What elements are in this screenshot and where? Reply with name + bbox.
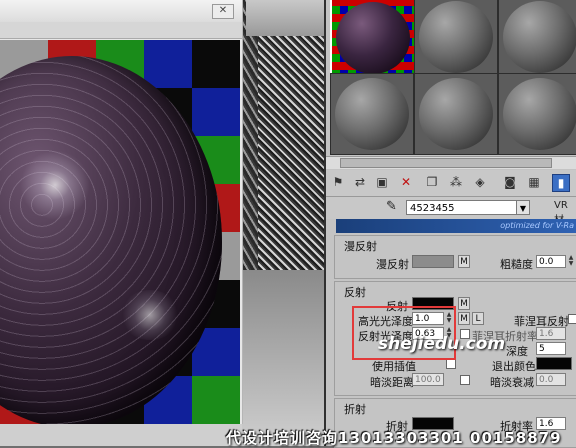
- show-map-icon[interactable]: ▦: [526, 174, 542, 190]
- material-slot[interactable]: [414, 73, 498, 155]
- material-slot[interactable]: [498, 0, 576, 78]
- make-unique-icon[interactable]: ⁂: [448, 174, 464, 190]
- slot-ball: [335, 78, 409, 150]
- material-effects-icon[interactable]: ◙: [502, 174, 518, 190]
- roughness-label: 粗糙度: [500, 258, 533, 271]
- subdivs-input[interactable]: 5: [536, 342, 566, 355]
- watermark-url: shejiedu.com: [378, 334, 506, 354]
- scene-box-top: [246, 0, 326, 36]
- use-interpolation-label: 使用插值: [372, 360, 416, 373]
- reflection-group-title: 反射: [344, 286, 366, 299]
- dim-distance-label: 暗淡距离: [370, 376, 414, 389]
- scene-floor: [240, 270, 324, 446]
- viewport-bottom: [0, 424, 242, 446]
- render-window-titlebar[interactable]: [0, 0, 242, 23]
- subdivs-label: 深度: [506, 345, 528, 358]
- diffuse-label: 漫反射: [376, 258, 409, 271]
- diffuse-color-swatch[interactable]: [412, 255, 454, 268]
- render-preview-window[interactable]: ✕: [0, 0, 243, 424]
- exit-color-swatch[interactable]: [536, 357, 572, 370]
- assign-material-icon[interactable]: ▣: [374, 174, 390, 190]
- slot-ball: [419, 78, 493, 150]
- dim-distance-checkbox[interactable]: [460, 375, 470, 385]
- render-window-toolbar: [0, 22, 242, 39]
- slot-ball: [503, 1, 576, 73]
- refraction-group-title: 折射: [344, 403, 366, 416]
- roughness-spinner[interactable]: ▲ ▼: [567, 255, 575, 268]
- sphere-highlight: [20, 150, 90, 220]
- get-material-icon[interactable]: ⚑: [330, 174, 346, 190]
- material-slot-active[interactable]: [330, 0, 416, 80]
- material-slot[interactable]: [498, 73, 576, 155]
- watermark-contact: 代设计培训咨询13013303301 00158879: [226, 429, 562, 447]
- hilight-lock-button[interactable]: L: [472, 312, 484, 325]
- slot-ball: [503, 78, 576, 150]
- eyedropper-icon[interactable]: ✎: [386, 199, 397, 214]
- fresnel-checkbox[interactable]: [568, 314, 576, 324]
- dim-distance-input[interactable]: 100.0: [412, 373, 444, 386]
- slot-ball: [419, 1, 493, 73]
- material-slot[interactable]: [414, 0, 498, 78]
- material-name-field[interactable]: 4523455: [406, 200, 522, 215]
- fresnel-ior-input[interactable]: 1.6: [536, 327, 566, 340]
- diffuse-map-button[interactable]: M: [458, 255, 470, 268]
- exit-color-label: 退出颜色: [492, 360, 536, 373]
- checker-cell: [192, 40, 240, 88]
- dim-falloff-label: 暗淡衰减: [490, 376, 534, 389]
- put-to-scene-icon[interactable]: ⇄: [352, 174, 368, 190]
- reflect-map-button[interactable]: M: [458, 297, 470, 310]
- close-button[interactable]: ✕: [212, 4, 234, 19]
- checker-cell: [192, 88, 240, 136]
- vray-banner: optimized for V-Ra: [336, 219, 576, 233]
- roughness-input[interactable]: 0.0: [536, 255, 566, 268]
- slot-ball: [336, 2, 410, 74]
- copy-material-icon[interactable]: ❐: [424, 174, 440, 190]
- put-to-library-icon[interactable]: ◈: [472, 174, 488, 190]
- scene-box-texture: [258, 36, 328, 276]
- hilight-map-button[interactable]: M: [458, 312, 470, 325]
- chevron-down-icon[interactable]: ▼: [516, 200, 530, 215]
- use-interpolation-checkbox[interactable]: [446, 359, 456, 369]
- checker-cell: [144, 40, 192, 88]
- dim-falloff-input[interactable]: 0.0: [536, 373, 566, 386]
- slots-scrollbar-thumb[interactable]: [340, 158, 552, 168]
- sphere-highlight-lower: [120, 290, 180, 340]
- show-end-result-icon[interactable]: ▮: [552, 174, 570, 192]
- material-slot[interactable]: [330, 73, 414, 155]
- reset-map-icon[interactable]: ✕: [398, 174, 414, 190]
- diffuse-group-title: 漫反射: [344, 240, 377, 253]
- checker-cell: [192, 376, 240, 424]
